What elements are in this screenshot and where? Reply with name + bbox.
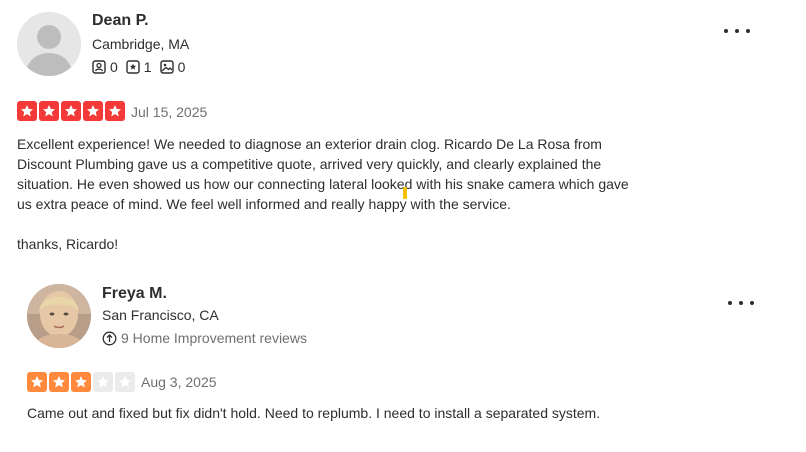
star-icon <box>39 101 59 121</box>
reviews-count: 1 <box>143 59 152 75</box>
review-text: Came out and fixed but fix didn't hold. … <box>27 405 601 421</box>
photos-stat: 0 <box>159 59 186 75</box>
profile-photo <box>27 284 91 348</box>
photos-count: 0 <box>177 59 186 75</box>
friends-icon <box>92 60 106 74</box>
star-rating <box>27 372 137 392</box>
star-icon <box>17 101 37 121</box>
star-icon <box>27 372 47 392</box>
reviewer-location: Cambridge, MA <box>92 36 190 52</box>
review-card: Dean P. Cambridge, MA 0 1 0 Jul 15, 2025… <box>0 0 806 260</box>
star-icon-empty <box>115 372 135 392</box>
friends-count: 0 <box>110 59 118 75</box>
star-icon <box>83 101 103 121</box>
review-date: Aug 3, 2025 <box>141 374 217 390</box>
star-icon <box>61 101 81 121</box>
review-closing: thanks, Ricardo! <box>17 236 119 252</box>
star-rating <box>17 101 127 121</box>
review-text: Excellent experience! We needed to diagn… <box>17 134 717 254</box>
star-outline-icon <box>126 60 140 74</box>
reviewer-name[interactable]: Dean P. <box>92 12 149 30</box>
badge-text[interactable]: 9 Home Improvement reviews <box>121 330 307 346</box>
review-text-line: Discount Plumbing gave us a competitive … <box>17 156 602 172</box>
review-text-line: us extra peace of mind. We feel well inf… <box>17 196 511 212</box>
reviewer-location: San Francisco, CA <box>102 307 219 323</box>
reviewer-badge: 9 Home Improvement reviews <box>102 330 307 346</box>
review-text-line: Excellent experience! We needed to diagn… <box>17 136 602 152</box>
more-options-icon[interactable] <box>724 24 750 38</box>
star-icon-empty <box>93 372 113 392</box>
avatar[interactable] <box>17 12 81 76</box>
more-options-icon[interactable] <box>728 296 754 310</box>
home-improvement-icon <box>102 331 117 345</box>
reviews-stat: 1 <box>126 59 152 75</box>
friends-stat: 0 <box>92 59 118 75</box>
review-text-line: situation. He even showed us how our con… <box>17 176 629 192</box>
star-icon <box>105 101 125 121</box>
reviewer-stats: 0 1 0 <box>92 59 193 75</box>
photo-icon <box>159 60 174 74</box>
text-cursor-icon <box>403 187 407 199</box>
avatar[interactable] <box>27 284 91 348</box>
reviewer-name[interactable]: Freya M. <box>102 285 167 303</box>
star-icon <box>49 372 69 392</box>
review-date: Jul 15, 2025 <box>131 104 208 120</box>
star-icon <box>71 372 91 392</box>
review-card: Freya M. San Francisco, CA 9 Home Improv… <box>0 270 806 450</box>
default-avatar-icon <box>17 12 81 76</box>
